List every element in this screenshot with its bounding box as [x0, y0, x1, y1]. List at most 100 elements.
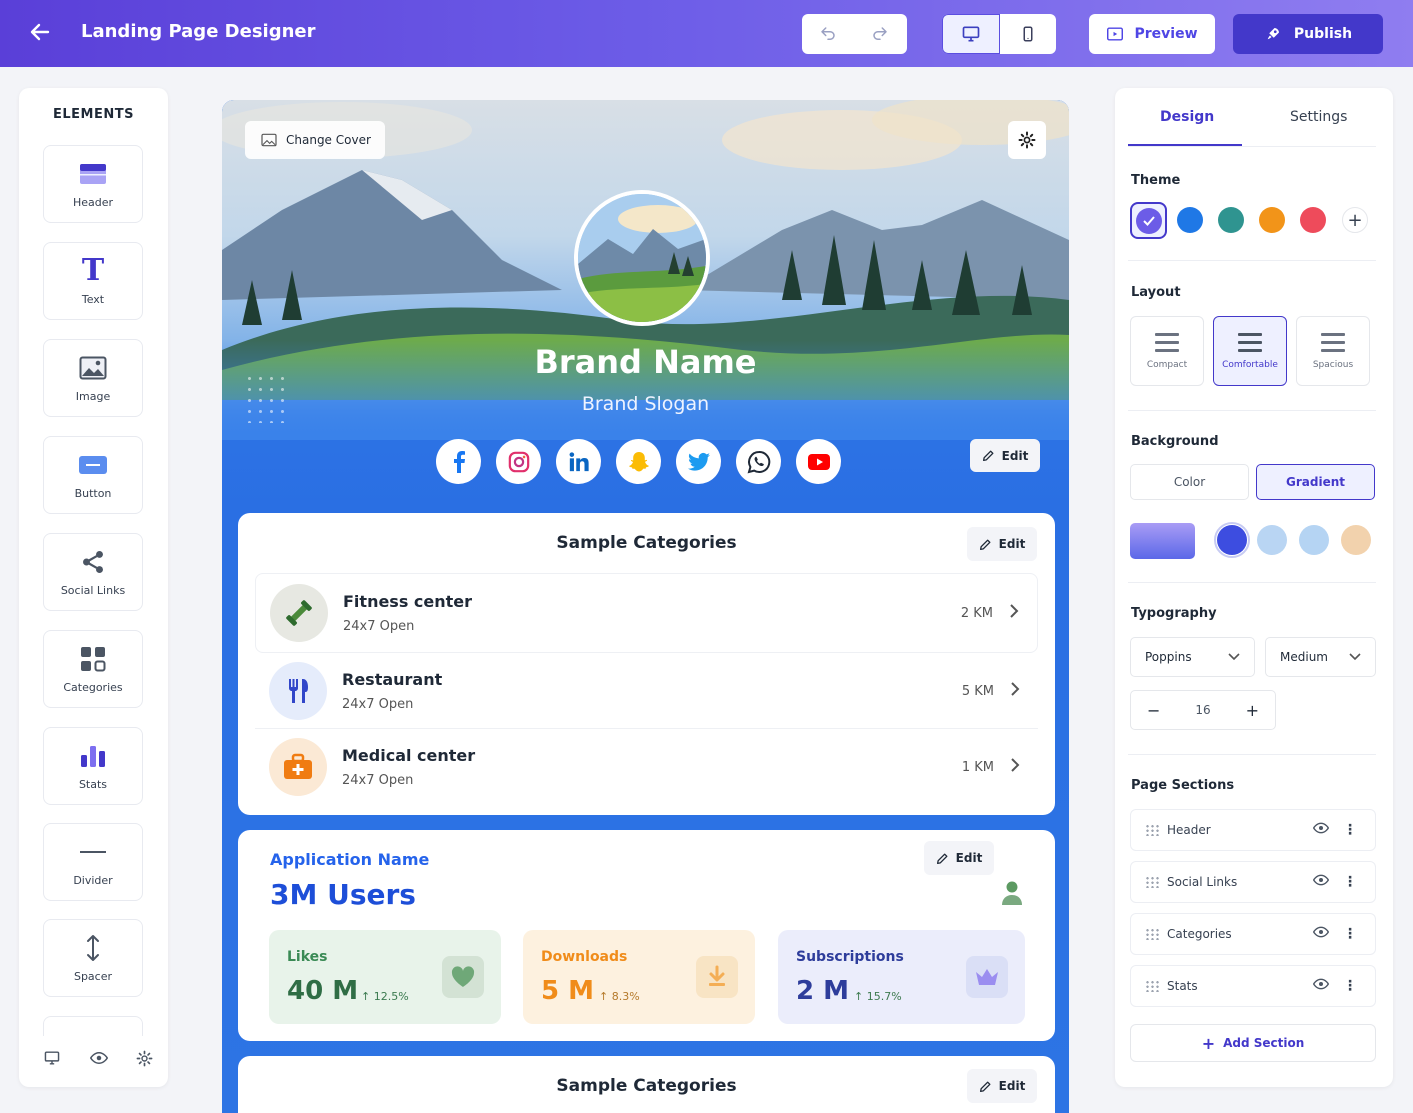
list-item[interactable]: Fitness center 24x7 Open 2 KM	[255, 573, 1038, 653]
more-vertical-icon[interactable]: ⋮	[1343, 822, 1357, 838]
bg-swatch[interactable]	[1257, 525, 1287, 555]
category-name: Fitness center	[343, 592, 473, 611]
section-name: Stats	[1167, 979, 1198, 993]
desktop-icon[interactable]	[942, 14, 1000, 54]
bg-swatch[interactable]	[1217, 525, 1247, 555]
gradient-preview[interactable]	[1130, 523, 1195, 559]
facebook-icon[interactable]	[436, 439, 481, 484]
element-social-links[interactable]: Social Links	[43, 533, 143, 611]
font-weight-select[interactable]: Medium	[1265, 637, 1376, 677]
image-icon	[261, 133, 277, 147]
element-button[interactable]: Button	[43, 436, 143, 514]
more-vertical-icon[interactable]: ⋮	[1343, 874, 1357, 890]
minus-icon[interactable]: −	[1147, 701, 1160, 720]
dumbbell-icon	[270, 584, 328, 642]
profile-avatar[interactable]	[574, 190, 710, 326]
layout-label-text: Comfortable	[1222, 359, 1278, 370]
youtube-icon[interactable]	[796, 439, 841, 484]
pencil-icon	[979, 1081, 991, 1092]
add-theme-icon[interactable]: +	[1342, 207, 1368, 233]
application-name[interactable]: Application Name	[270, 850, 429, 869]
drag-handle-icon[interactable]	[1145, 824, 1159, 836]
layout-comfortable[interactable]: Comfortable	[1213, 316, 1287, 386]
edit-header-button[interactable]: Edit	[970, 439, 1040, 472]
theme-swatch[interactable]	[1259, 207, 1285, 233]
categories-title: Sample Categories	[556, 1076, 737, 1096]
section-item[interactable]: Stats ⋮	[1130, 965, 1376, 1007]
cover-settings-button[interactable]	[1008, 121, 1046, 159]
users-count[interactable]: 3M Users	[270, 878, 416, 911]
pencil-icon	[979, 539, 991, 550]
add-section-button[interactable]: + Add Section	[1130, 1024, 1376, 1062]
pencil-icon	[936, 853, 948, 864]
brand-slogan[interactable]: Brand Slogan	[222, 393, 1069, 415]
theme-swatch[interactable]	[1300, 207, 1326, 233]
brand-name[interactable]: Brand Name	[222, 343, 1069, 381]
eye-icon[interactable]	[1312, 926, 1330, 942]
element-categories[interactable]: Categories	[43, 630, 143, 708]
tab-settings[interactable]: Settings	[1290, 109, 1347, 125]
desktop-icon[interactable]	[43, 1050, 61, 1071]
theme-swatch[interactable]	[1177, 207, 1203, 233]
element-stats[interactable]: Stats	[43, 727, 143, 805]
edit-categories-button[interactable]: Edit	[967, 527, 1037, 561]
list-item[interactable]: Medical center 24x7 Open 1 KM	[255, 729, 1038, 805]
element-spacer[interactable]: Spacer	[43, 919, 143, 997]
element-divider[interactable]: Divider	[43, 823, 143, 901]
font-family-select[interactable]: Poppins	[1130, 637, 1255, 677]
section-item[interactable]: Header ⋮	[1130, 809, 1376, 851]
whatsapp-icon[interactable]	[736, 439, 781, 484]
mobile-icon[interactable]	[1000, 14, 1056, 54]
gear-icon[interactable]	[136, 1050, 153, 1071]
edit-categories-button[interactable]: Edit	[967, 1069, 1037, 1103]
layout-spacious[interactable]: Spacious	[1296, 316, 1370, 386]
section-name: Categories	[1167, 927, 1232, 941]
bg-swatch[interactable]	[1341, 525, 1371, 555]
background-color-option[interactable]: Color	[1130, 464, 1249, 500]
background-gradient-option[interactable]: Gradient	[1256, 464, 1375, 500]
preview-button[interactable]: Preview	[1089, 14, 1215, 54]
back-arrow-icon[interactable]	[28, 20, 54, 46]
eye-icon[interactable]	[1312, 978, 1330, 994]
social-links	[436, 439, 841, 484]
eye-icon[interactable]	[1312, 822, 1330, 838]
section-item[interactable]: Categories ⋮	[1130, 913, 1376, 955]
drag-handle-icon[interactable]	[1145, 980, 1159, 992]
category-hours: 24x7 Open	[343, 619, 415, 634]
layout-bars-icon	[1238, 332, 1262, 352]
drag-handle-icon[interactable]	[1145, 876, 1159, 888]
edit-stats-button[interactable]: Edit	[924, 841, 994, 875]
list-item[interactable]: Restaurant 24x7 Open 5 KM	[255, 653, 1038, 729]
category-distance: 5 KM	[961, 683, 994, 699]
instagram-icon[interactable]	[496, 439, 541, 484]
layout-compact[interactable]: Compact	[1130, 316, 1204, 386]
chevron-right-icon	[1010, 681, 1020, 701]
font-size-value[interactable]: 16	[1195, 703, 1210, 717]
plus-icon[interactable]: +	[1246, 701, 1259, 720]
undo-icon[interactable]	[802, 14, 854, 54]
more-vertical-icon[interactable]: ⋮	[1343, 978, 1357, 994]
drag-handle-icon[interactable]	[1145, 928, 1159, 940]
element-header[interactable]: Header	[43, 145, 143, 223]
stat-label: Downloads	[541, 949, 628, 965]
more-vertical-icon[interactable]: ⋮	[1343, 926, 1357, 942]
stat-subscriptions: Subscriptions 2 M ↑ 15.7%	[778, 930, 1025, 1024]
change-cover-button[interactable]: Change Cover	[245, 121, 385, 159]
bg-swatch[interactable]	[1299, 525, 1329, 555]
redo-icon[interactable]	[854, 14, 906, 54]
snapchat-icon[interactable]	[616, 439, 661, 484]
element-text[interactable]: T Text	[43, 242, 143, 320]
twitter-icon[interactable]	[676, 439, 721, 484]
vertical-arrows-icon	[78, 934, 108, 962]
element-label: Image	[75, 389, 111, 403]
publish-button[interactable]: Publish	[1233, 14, 1383, 54]
eye-icon[interactable]	[1312, 874, 1330, 890]
theme-swatch[interactable]	[1218, 207, 1244, 233]
element-image[interactable]: Image	[43, 339, 143, 417]
page-canvas: Change Cover Brand Name Brand Slogan Edi…	[222, 100, 1069, 1113]
linkedin-icon[interactable]	[556, 439, 601, 484]
section-item[interactable]: Social Links ⋮	[1130, 861, 1376, 903]
tab-design[interactable]: Design	[1160, 109, 1214, 125]
eye-icon[interactable]	[89, 1050, 108, 1071]
check-icon[interactable]	[1136, 208, 1162, 234]
